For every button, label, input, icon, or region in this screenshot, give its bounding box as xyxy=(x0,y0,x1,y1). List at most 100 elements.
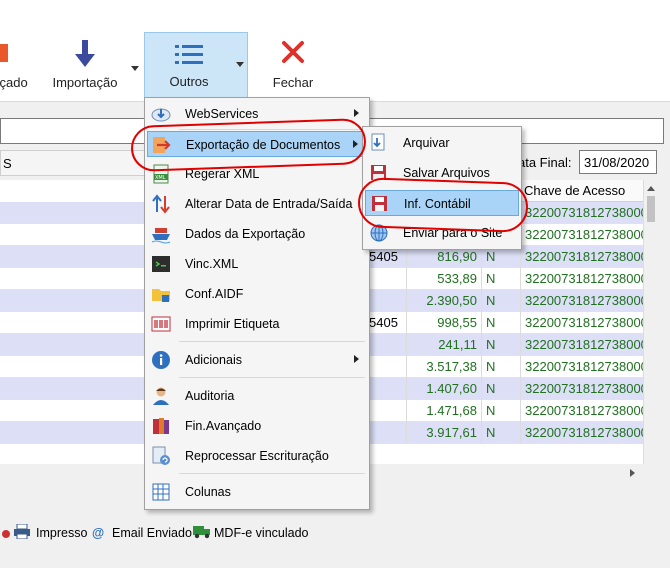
menu-item-export-data[interactable]: Dados da Exportação xyxy=(147,221,367,247)
menu-item-link-xml[interactable]: Vinc.XML xyxy=(147,251,367,277)
cell-code xyxy=(369,378,405,400)
menu-item-reprocess-bookkeeping[interactable]: Reprocessar Escrituração xyxy=(147,443,367,469)
column-header-left: S xyxy=(0,150,150,176)
menu-separator xyxy=(179,341,365,342)
folder-icon xyxy=(151,284,171,304)
cell-flag: N xyxy=(481,312,519,334)
column-header-access-key[interactable]: Chave de Acesso xyxy=(520,180,643,202)
advanced-icon xyxy=(0,40,8,65)
menu-item-additional[interactable]: Adicionais xyxy=(147,347,367,373)
legend-printed: Impresso xyxy=(36,526,88,540)
columns-grid-icon xyxy=(151,482,171,502)
arrow-down-icon xyxy=(74,40,96,71)
cell-flag: N xyxy=(481,422,519,444)
menu-item-columns[interactable]: Colunas xyxy=(147,479,367,505)
cell-flag: N xyxy=(481,290,519,312)
advanced-button[interactable]: nçado xyxy=(0,30,40,98)
info-icon xyxy=(151,350,171,370)
cell-value: 998,55 xyxy=(406,312,480,334)
cell-access-key: 32200731812738000 xyxy=(520,356,643,378)
annotation-oval xyxy=(130,117,367,173)
submenu-item-archive[interactable]: Arquivar xyxy=(365,130,519,156)
cell-code xyxy=(369,400,405,422)
cell-code: 5405 xyxy=(369,315,398,330)
cell-code xyxy=(369,268,405,290)
cell-code xyxy=(369,334,405,356)
cell-access-key: 32200731812738000 xyxy=(520,422,643,444)
cell-access-key: 32200731812738000 xyxy=(520,202,643,224)
annotation-oval xyxy=(357,177,529,233)
menu-item-label: WebServices xyxy=(185,107,259,121)
menu-item-label: Dados da Exportação xyxy=(185,227,306,241)
submenu-item-label: Arquivar xyxy=(403,136,450,150)
menu-item-label: Conf.AIDF xyxy=(185,287,244,301)
books-icon xyxy=(151,416,171,436)
cell-code xyxy=(369,356,405,378)
menu-item-aidf-config[interactable]: Conf.AIDF xyxy=(147,281,367,307)
user-icon xyxy=(151,386,171,406)
others-button[interactable]: Outros xyxy=(144,32,234,98)
submenu-item-label: Salvar Arquivos xyxy=(403,166,490,180)
cell-value: 1.407,60 xyxy=(406,378,480,400)
submenu-arrow-icon xyxy=(354,355,359,363)
truck-icon xyxy=(193,524,211,542)
close-icon xyxy=(281,40,305,67)
cell-flag: N xyxy=(481,378,519,400)
code-window-icon xyxy=(151,254,171,274)
menu-item-label: Adicionais xyxy=(185,353,242,367)
ship-icon xyxy=(151,224,171,244)
menu-item-audit[interactable]: Auditoria xyxy=(147,383,367,409)
cell-value: 241,11 xyxy=(406,334,480,356)
cell-value: 533,89 xyxy=(406,268,480,290)
menu-item-label: Auditoria xyxy=(185,389,235,403)
status-legend: Impresso @ Email Enviado MDF-e vinculado xyxy=(0,520,670,546)
vertical-scrollbar[interactable] xyxy=(643,180,657,464)
menu-item-label: Alterar Data de Entrada/Saída xyxy=(185,197,353,211)
cell-access-key: 32200731812738000 xyxy=(520,290,643,312)
cell-code xyxy=(369,290,405,312)
cell-access-key: 32200731812738000 xyxy=(520,268,643,290)
menu-item-change-entry-date[interactable]: Alterar Data de Entrada/Saída xyxy=(147,191,367,217)
close-button-label: Fechar xyxy=(272,75,314,90)
cell-access-key: 32200731812738000 xyxy=(520,400,643,422)
menu-item-advanced-finance[interactable]: Fin.Avançado xyxy=(147,413,367,439)
menu-item-label: Colunas xyxy=(185,485,231,499)
document-refresh-icon xyxy=(151,446,171,466)
submenu-arrow-icon xyxy=(354,109,359,117)
cell-access-key: 32200731812738000 xyxy=(520,312,643,334)
at-sign-icon: @ xyxy=(92,526,105,540)
printer-icon xyxy=(14,523,30,542)
import-button-label: Importação xyxy=(52,75,118,90)
cell-code xyxy=(369,422,405,444)
legend-mdfe-linked: MDF-e vinculado xyxy=(214,526,309,540)
svg-text:XML: XML xyxy=(155,175,166,181)
date-final-value: 31/08/2020 xyxy=(584,155,650,170)
menu-item-label: Imprimir Etiqueta xyxy=(185,317,280,331)
menu-item-label: Vinc.XML xyxy=(185,257,239,271)
cell-value: 3.517,38 xyxy=(406,356,480,378)
import-dropdown-arrow[interactable] xyxy=(131,60,139,74)
close-button[interactable]: Fechar xyxy=(262,30,324,98)
date-final-label: ata Final: xyxy=(518,155,572,170)
status-dot-icon xyxy=(2,530,10,538)
import-button[interactable]: Importação xyxy=(48,30,122,98)
menu-item-print-label[interactable]: Imprimir Etiqueta xyxy=(147,311,367,337)
cell-value: 3.917,61 xyxy=(406,422,480,444)
cell-access-key: 32200731812738000 xyxy=(520,224,643,246)
menu-separator xyxy=(179,377,365,378)
barcode-printer-icon xyxy=(151,314,171,334)
menu-item-label: Reprocessar Escrituração xyxy=(185,449,329,463)
cell-flag: N xyxy=(481,400,519,422)
list-icon xyxy=(175,43,203,70)
date-final-field[interactable]: 31/08/2020 xyxy=(579,150,657,174)
menu-item-label: Fin.Avançado xyxy=(185,419,262,433)
ribbon-toolbar: nçado Importação Outros Fechar xyxy=(0,0,670,102)
others-dropdown-arrow[interactable] xyxy=(233,32,248,98)
cell-access-key: 32200731812738000 xyxy=(520,334,643,356)
cloud-download-icon xyxy=(151,104,171,124)
others-button-label: Outros xyxy=(169,74,209,89)
menu-separator xyxy=(179,473,365,474)
cell-access-key: 32200731812738000 xyxy=(520,246,643,268)
cell-flag: N xyxy=(481,334,519,356)
advanced-button-label: nçado xyxy=(0,75,28,90)
